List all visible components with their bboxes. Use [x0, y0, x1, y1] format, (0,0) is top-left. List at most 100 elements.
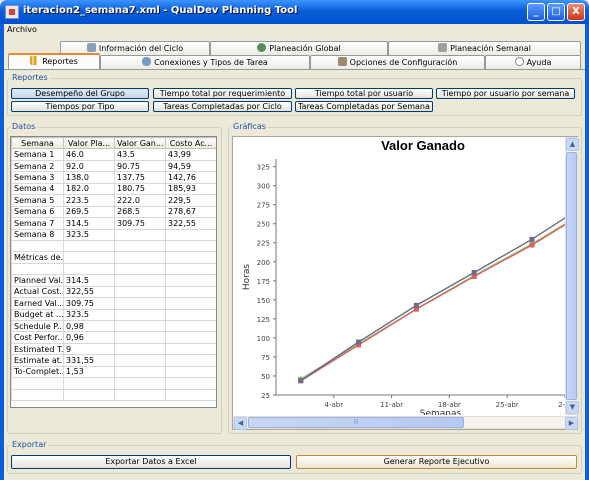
table-cell[interactable]: 90.75 [114, 159, 166, 173]
table-cell[interactable]: Estimated T... [11, 342, 64, 356]
table-cell[interactable] [114, 342, 166, 356]
table-row[interactable]: Semana 3 138.0 137.75 142,76 [11, 171, 216, 184]
table-cell[interactable]: 229,5 [165, 194, 216, 207]
table-row[interactable]: Semana 4 182.0 180.75 185,93 [11, 182, 216, 196]
table-cell[interactable] [165, 251, 216, 264]
table-row[interactable] [11, 262, 216, 276]
table-cell[interactable] [165, 274, 216, 287]
tab-planeacion-semanal[interactable]: Planeación Semanal [388, 41, 581, 55]
tiempo-usuario-semana-button[interactable]: Tiempo por usuario por semana [436, 88, 575, 99]
table-cell[interactable] [63, 262, 115, 276]
table-cell[interactable]: Semana 6 [11, 205, 64, 219]
table-cell[interactable] [165, 239, 216, 253]
scroll-left-arrow[interactable]: ◀ [234, 417, 247, 430]
column-header-costo-actual[interactable]: Costo Ac... [165, 137, 216, 150]
table-row[interactable] [11, 239, 216, 253]
table-cell[interactable]: 323.5 [63, 228, 115, 241]
table-row[interactable]: Budget at ... 323.5 [11, 308, 216, 322]
table-cell[interactable] [114, 251, 166, 264]
table-row[interactable]: Semana 7 314.5 309.75 322,55 [11, 217, 216, 230]
table-cell[interactable] [114, 377, 166, 390]
table-cell[interactable] [165, 285, 216, 299]
table-cell[interactable]: 331,55 [63, 354, 115, 367]
table-row[interactable]: Semana 1 46.0 43.5 43,99 [11, 148, 216, 161]
table-cell[interactable] [114, 308, 166, 322]
table-row[interactable] [11, 388, 216, 402]
table-cell[interactable] [165, 342, 216, 356]
table-cell[interactable] [11, 239, 64, 253]
table-cell[interactable]: 94,59 [165, 159, 216, 173]
scroll-down-arrow[interactable]: ▼ [566, 401, 579, 414]
maximize-button[interactable]: □ [547, 3, 565, 21]
window-title-bar[interactable]: iteracion2_semana7.xml - QualDev Plannin… [0, 0, 589, 24]
table-cell[interactable]: Estimate at... [11, 354, 64, 367]
tiempo-requerimiento-button[interactable]: Tiempo total por requerimiento [153, 88, 292, 99]
table-cell[interactable]: 46.0 [63, 148, 115, 161]
table-cell[interactable] [165, 377, 216, 390]
table-cell[interactable]: 43.5 [114, 148, 166, 161]
table-row[interactable]: Actual Cost... 322,55 [11, 285, 216, 299]
table-cell[interactable] [63, 377, 115, 390]
table-cell[interactable]: Semana 3 [11, 171, 64, 184]
table-cell[interactable]: 137.75 [114, 171, 166, 184]
exportar-excel-button[interactable]: Exportar Datos a Excel [11, 455, 291, 469]
table-row[interactable]: Semana 2 92.0 90.75 94,59 [11, 159, 216, 173]
table-cell[interactable]: Semana 1 [11, 148, 64, 161]
table-cell[interactable] [165, 308, 216, 322]
table-cell[interactable]: 182.0 [63, 182, 115, 196]
menu-archivo[interactable]: Archivo [7, 25, 37, 34]
table-cell[interactable]: 223.5 [63, 194, 115, 207]
table-cell[interactable]: 180.75 [114, 182, 166, 196]
table-row[interactable]: Semana 6 269.5 268.5 278,67 [11, 205, 216, 219]
table-row[interactable]: Estimated T... 9 [11, 342, 216, 356]
table-cell[interactable] [114, 319, 166, 333]
tab-opciones-configuracion[interactable]: Opciones de Configuración [310, 55, 485, 69]
table-cell[interactable]: Semana 2 [11, 159, 64, 173]
table-cell[interactable] [165, 331, 216, 344]
tab-ayuda[interactable]: Ayuda [485, 55, 581, 69]
table-cell[interactable] [114, 239, 166, 253]
table-cell[interactable] [11, 377, 64, 390]
table-cell[interactable] [11, 262, 64, 276]
close-button[interactable]: X [567, 3, 585, 21]
table-cell[interactable]: 269.5 [63, 205, 115, 219]
table-cell[interactable]: 138.0 [63, 171, 115, 184]
table-cell[interactable] [63, 388, 115, 402]
table-cell[interactable] [63, 239, 115, 253]
table-cell[interactable]: 309.75 [114, 217, 166, 230]
table-cell[interactable]: 1,53 [63, 365, 115, 379]
table-cell[interactable]: Cost Perfor... [11, 331, 64, 344]
horizontal-scroll-thumb[interactable]: ||| [248, 417, 464, 428]
desempeno-grupo-button[interactable]: Desempeño del Grupo [11, 88, 149, 99]
table-cell[interactable]: Budget at ... [11, 308, 64, 322]
table-cell[interactable] [165, 388, 216, 402]
tareas-semana-button[interactable]: Tareas Completadas por Semana [295, 101, 433, 112]
table-cell[interactable]: 309.75 [63, 297, 115, 310]
table-cell[interactable] [11, 388, 64, 402]
generar-reporte-ejecutivo-button[interactable]: Generar Reporte Ejecutivo [296, 455, 577, 469]
table-cell[interactable]: 323.5 [63, 308, 115, 322]
table-cell[interactable]: 142,76 [165, 171, 216, 184]
minimize-button[interactable]: _ [527, 3, 545, 21]
tab-planeacion-global[interactable]: Planeación Global [210, 41, 388, 55]
table-row[interactable]: Estimate at... 331,55 [11, 354, 216, 367]
table-row[interactable] [11, 377, 216, 390]
table-cell[interactable]: 185,93 [165, 182, 216, 196]
table-row[interactable]: Planned Val... 314.5 [11, 274, 216, 287]
table-cell[interactable] [165, 228, 216, 241]
table-row[interactable]: Métricas de... [11, 251, 216, 264]
tiempo-usuario-button[interactable]: Tiempo total por usuario [295, 88, 433, 99]
tareas-ciclo-button[interactable]: Tareas Completadas por Ciclo [153, 101, 292, 112]
table-cell[interactable]: 314.5 [63, 217, 115, 230]
table-cell[interactable]: Earned Val... [11, 297, 64, 310]
table-cell[interactable]: Semana 7 [11, 217, 64, 230]
table-cell[interactable]: Actual Cost... [11, 285, 64, 299]
table-cell[interactable] [114, 365, 166, 379]
vertical-scroll-thumb[interactable] [566, 152, 577, 400]
table-cell[interactable]: Semana 5 [11, 194, 64, 207]
table-cell[interactable]: 92.0 [63, 159, 115, 173]
table-cell[interactable]: To-Complet... [11, 365, 64, 379]
table-cell[interactable]: 0,96 [63, 331, 115, 344]
table-cell[interactable] [63, 251, 115, 264]
table-cell[interactable]: 314.5 [63, 274, 115, 287]
